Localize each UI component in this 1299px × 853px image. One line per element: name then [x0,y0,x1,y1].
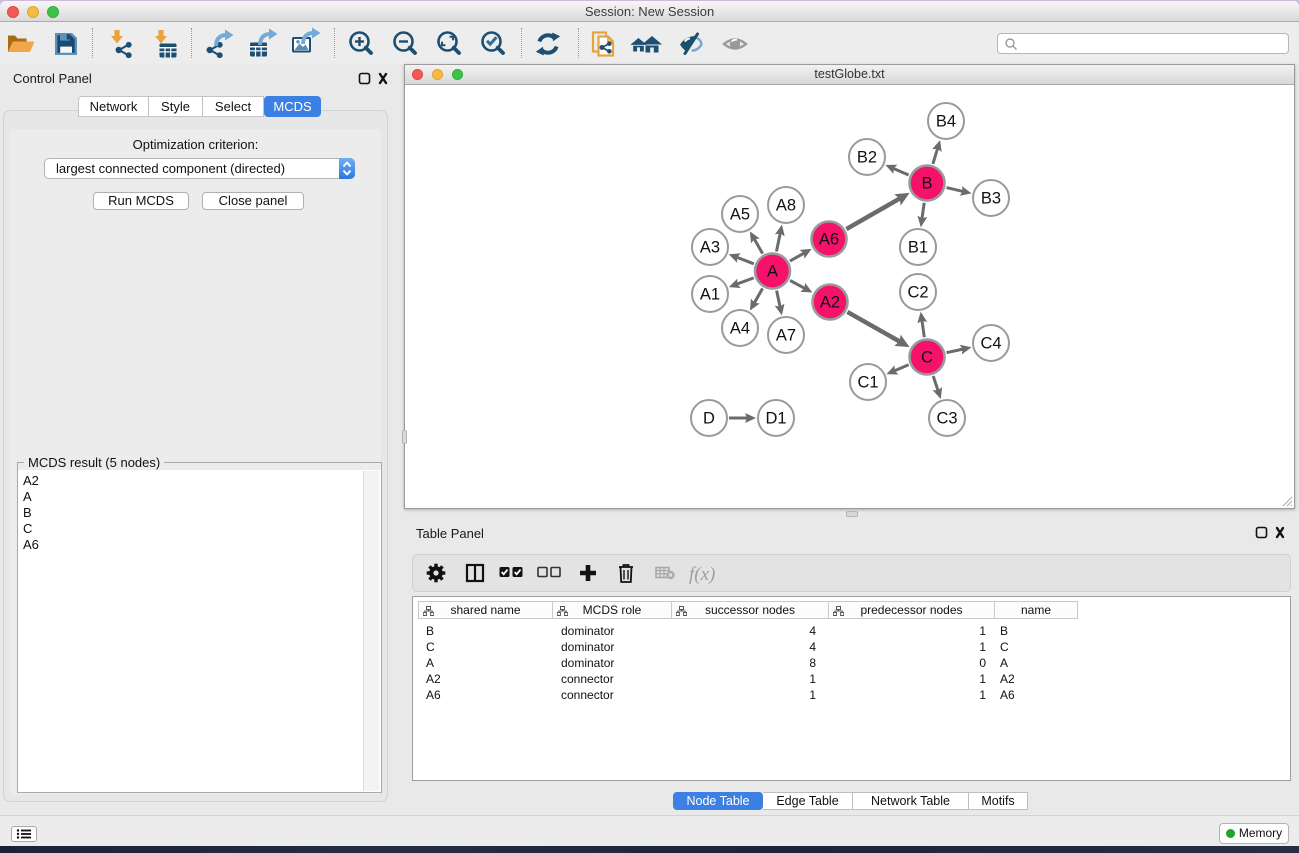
svg-text:B3: B3 [981,190,1001,208]
svg-text:A7: A7 [776,327,796,345]
svg-text:A6: A6 [819,231,839,249]
svg-text:B1: B1 [908,239,928,257]
svg-text:A1: A1 [700,286,720,304]
svg-text:D1: D1 [765,410,786,428]
svg-text:A8: A8 [776,197,796,215]
svg-text:C: C [921,349,933,367]
svg-text:f(x): f(x) [689,564,715,585]
svg-text:A4: A4 [730,320,750,338]
svg-text:A2: A2 [820,294,840,312]
svg-text:C2: C2 [907,284,928,302]
svg-text:C1: C1 [857,374,878,392]
svg-text:C3: C3 [936,410,957,428]
svg-text:B2: B2 [857,149,877,167]
svg-text:B: B [921,175,932,193]
svg-text:A3: A3 [700,239,720,257]
svg-text:D: D [703,410,715,428]
svg-text:A: A [767,263,778,281]
svg-text:A5: A5 [730,206,750,224]
svg-text:B4: B4 [936,113,956,131]
svg-text:C4: C4 [980,335,1001,353]
